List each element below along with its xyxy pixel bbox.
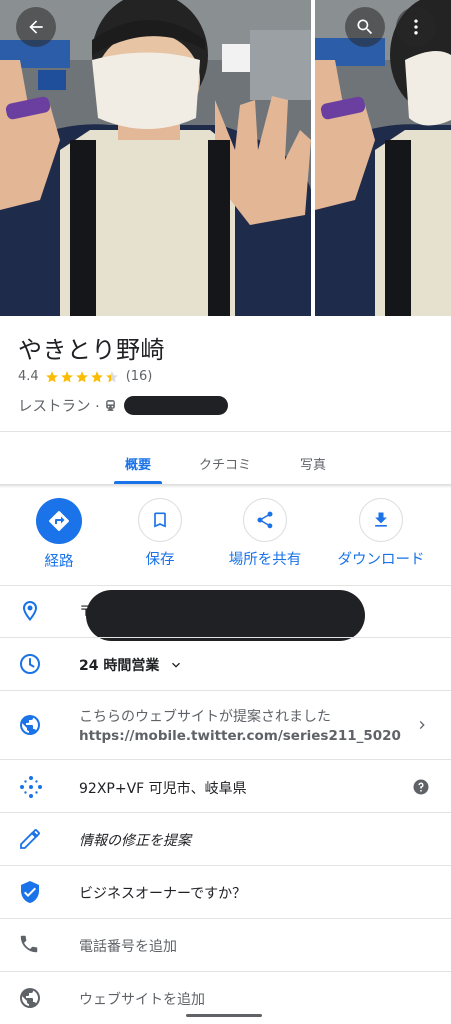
website-suggestion-text: こちらのウェブサイトが提案されました (79, 709, 331, 725)
download-icon (375, 512, 387, 527)
add-phone-text: 電話番号を追加 (79, 939, 177, 955)
search-button[interactable] (345, 7, 385, 47)
save-button[interactable]: 保存 (105, 498, 215, 569)
globe-icon (20, 715, 40, 735)
website-suggestion-row[interactable]: こちらのウェブサイトが提案されました https://mobile.twitte… (0, 691, 451, 759)
directions-icon (49, 511, 69, 531)
photo-gallery[interactable] (0, 0, 451, 316)
review-count: (16) (125, 369, 153, 384)
business-owner-text: ビジネスオーナーですか？ (79, 886, 247, 902)
category-label: レストラン · (18, 399, 100, 415)
globe-icon (20, 988, 40, 1008)
main-photo[interactable] (0, 0, 311, 316)
directions-icon-wrap (36, 498, 82, 544)
suggest-edit-row[interactable]: 情報の修正を提案 (0, 813, 451, 865)
tab-reviews[interactable]: クチコミ (199, 454, 251, 473)
star-icon (105, 370, 118, 382)
share-label: 場所を共有 (228, 552, 302, 568)
plus-code-row[interactable]: 92XP+VF 可児市、岐阜県 (0, 760, 451, 812)
redacted-address (86, 590, 365, 641)
category-row: レストラン · (18, 395, 228, 416)
train-icon (105, 400, 115, 411)
place-name: やきとり野崎 (18, 336, 165, 364)
tab-bar: 概要 クチコミ 写真 (0, 444, 451, 486)
verified-shield-icon (21, 881, 39, 903)
more-options-button[interactable] (396, 7, 436, 47)
share-icon-wrap (243, 498, 287, 542)
divider (0, 431, 451, 432)
location-pin-icon (23, 601, 37, 621)
chevron-down-icon[interactable] (168, 657, 184, 673)
share-button[interactable]: 場所を共有 (210, 498, 320, 569)
rating-row[interactable]: 4.4 (16) (18, 369, 152, 384)
bookmark-icon-wrap (138, 498, 182, 542)
download-button[interactable]: ダウンロード (315, 498, 447, 569)
download-label: ダウンロード (337, 552, 425, 568)
back-button[interactable] (16, 7, 56, 47)
bookmark-icon (154, 512, 166, 528)
redacted-station (123, 396, 228, 415)
hours-row[interactable]: 24 時間営業 (0, 638, 451, 690)
plus-code-icon (20, 776, 42, 798)
help-icon[interactable] (412, 778, 430, 796)
tab-shadow (0, 484, 451, 488)
pencil-icon (20, 829, 40, 849)
chevron-right-icon[interactable] (414, 717, 430, 733)
share-icon (257, 511, 273, 529)
website-url[interactable]: https://mobile.twitter.com/series211_502… (79, 728, 401, 744)
directions-label: 経路 (44, 554, 74, 570)
phone-icon (20, 935, 38, 953)
rating-value: 4.4 (18, 369, 39, 384)
suggest-edit-text: 情報の修正を提案 (79, 833, 191, 849)
add-phone-row[interactable]: 電話番号を追加 (0, 919, 451, 971)
hours-text: 24 時間営業 (79, 658, 160, 674)
star-icon (45, 370, 58, 382)
plus-code-text: 92XP+VF 可児市、岐阜県 (79, 781, 247, 797)
tab-overview[interactable]: 概要 (125, 454, 151, 473)
star-icon (75, 370, 88, 382)
download-icon-wrap (359, 498, 403, 542)
gesture-bar[interactable] (186, 1014, 262, 1017)
star-rating (45, 370, 120, 384)
directions-button[interactable]: 経路 (4, 498, 114, 571)
add-website-text: ウェブサイトを追加 (79, 992, 205, 1008)
business-owner-row[interactable]: ビジネスオーナーですか？ (0, 866, 451, 918)
second-photo[interactable] (315, 0, 451, 316)
save-label: 保存 (145, 552, 175, 568)
star-icon (90, 370, 103, 382)
arrow-back-icon (29, 20, 43, 34)
clock-icon (20, 654, 40, 674)
star-icon (60, 370, 73, 382)
tab-photos[interactable]: 写真 (300, 454, 326, 473)
more-vert-icon (414, 19, 418, 35)
search-icon (357, 19, 373, 35)
